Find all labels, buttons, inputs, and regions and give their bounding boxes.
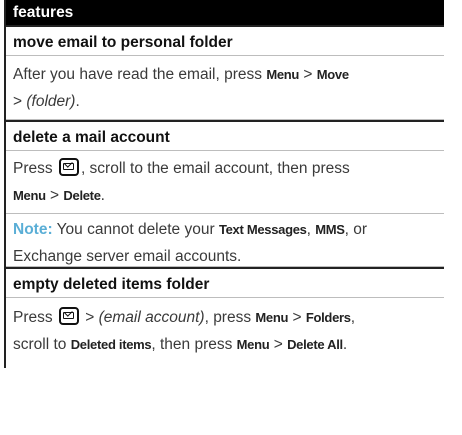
- key-label-delete-all: Delete All: [287, 337, 343, 352]
- key-label-text-messages: Text Messages: [218, 222, 307, 237]
- text: >: [299, 66, 317, 83]
- key-label-menu: Menu: [266, 67, 300, 82]
- key-label-menu: Menu: [13, 188, 46, 203]
- features-table: features move email to personal folder A…: [4, 0, 444, 368]
- section-title-empty-deleted: empty deleted items folder: [6, 267, 444, 298]
- page: features move email to personal folder A…: [0, 0, 462, 435]
- text: , scroll to the email account, then pres…: [80, 160, 350, 177]
- text: >: [80, 309, 99, 326]
- key-label-folders: Folders: [305, 310, 351, 325]
- key-label-menu: Menu: [255, 310, 289, 325]
- text: Press: [13, 309, 57, 326]
- email-account-placeholder: (email account): [98, 309, 205, 326]
- text: .: [100, 187, 105, 204]
- section-body-move-email: After you have read the email, press Men…: [6, 56, 444, 120]
- key-label-deleted-items: Deleted items: [70, 337, 152, 352]
- text: >: [13, 93, 27, 110]
- text: >: [45, 187, 64, 204]
- note-label: Note:: [13, 221, 53, 238]
- section-body-delete-account: Press , scroll to the email account, the…: [6, 151, 444, 214]
- section-title-delete-account: delete a mail account: [6, 120, 444, 151]
- text: You cannot delete your: [52, 221, 219, 238]
- text: .: [75, 93, 80, 110]
- text: >: [269, 336, 288, 353]
- text: After you have read the email, press: [13, 66, 267, 83]
- key-label-delete: Delete: [63, 188, 101, 203]
- message-key-icon: [58, 307, 79, 325]
- text: >: [288, 309, 306, 326]
- text: scroll to: [13, 336, 71, 353]
- table-header: features: [6, 0, 444, 25]
- section-note-delete-account: Note: You cannot delete your Text Messag…: [6, 214, 444, 267]
- key-label-mms: MMS: [315, 222, 345, 237]
- text: , press: [204, 309, 256, 326]
- message-key-icon: [58, 158, 79, 176]
- section-body-empty-deleted: Press > (email account), press Menu > Fo…: [6, 298, 444, 368]
- text: , then press: [151, 336, 237, 353]
- folder-placeholder: (folder): [26, 93, 76, 110]
- text: .: [342, 336, 348, 353]
- text: Press: [13, 160, 57, 177]
- text: ,: [306, 221, 316, 238]
- key-label-menu: Menu: [236, 337, 270, 352]
- section-title-move-email: move email to personal folder: [6, 25, 444, 56]
- text: ,: [350, 309, 355, 326]
- key-label-move: Move: [316, 67, 349, 82]
